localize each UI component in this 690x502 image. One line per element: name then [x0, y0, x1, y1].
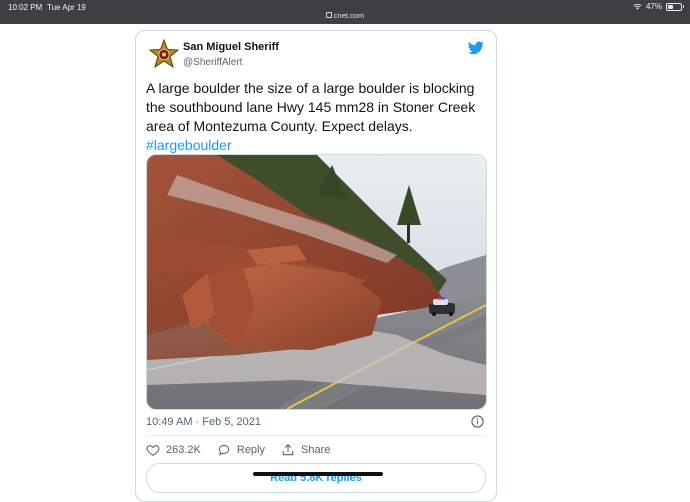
address-bar[interactable]: cnet.com — [0, 11, 690, 20]
home-indicator[interactable] — [253, 472, 383, 476]
author-handle[interactable]: @SheriffAlert — [183, 57, 242, 68]
read-replies-button[interactable]: Read 5.8K replies — [146, 463, 486, 493]
hashtag-link[interactable]: #largeboulder — [146, 136, 486, 155]
reply-button[interactable]: Reply — [217, 443, 265, 457]
like-button[interactable]: 263.2K — [146, 443, 201, 457]
info-icon[interactable] — [471, 415, 484, 428]
battery-icon — [666, 2, 684, 11]
divider — [146, 435, 486, 436]
tweet-actions: 263.2K Reply Share — [146, 443, 346, 457]
status-right: 47% — [633, 2, 684, 11]
sheriff-badge-icon[interactable] — [148, 39, 180, 71]
author-name[interactable]: San Miguel Sheriff — [183, 41, 279, 53]
reply-bubble-icon — [218, 444, 230, 456]
lock-icon — [325, 12, 332, 18]
tweet-card: San Miguel Sheriff @SheriffAlert A large… — [135, 30, 497, 502]
share-label: Share — [301, 444, 331, 456]
tweet-photo[interactable] — [146, 154, 487, 410]
tweet-body: A large boulder the size of a large boul… — [146, 80, 476, 134]
battery-tip — [682, 5, 684, 8]
wifi-icon — [633, 3, 642, 10]
share-icon — [282, 444, 294, 456]
boulder-road-photo — [147, 155, 486, 409]
battery-fill — [668, 4, 674, 9]
tweet-timestamp[interactable]: 10:49 AM · Feb 5, 2021 — [146, 416, 261, 428]
reply-label: Reply — [236, 444, 265, 456]
twitter-bird-icon[interactable] — [468, 41, 484, 55]
like-count: 263.2K — [166, 444, 201, 456]
address-url: cnet.com — [333, 11, 365, 20]
heart-icon — [146, 445, 160, 456]
share-button[interactable]: Share — [281, 443, 330, 457]
battery-percent: 47% — [645, 2, 662, 11]
status-bar: 10:02 PM Tue Apr 19 cnet.com 47% — [0, 0, 690, 24]
tweet-text: A large boulder the size of a large boul… — [146, 79, 486, 155]
